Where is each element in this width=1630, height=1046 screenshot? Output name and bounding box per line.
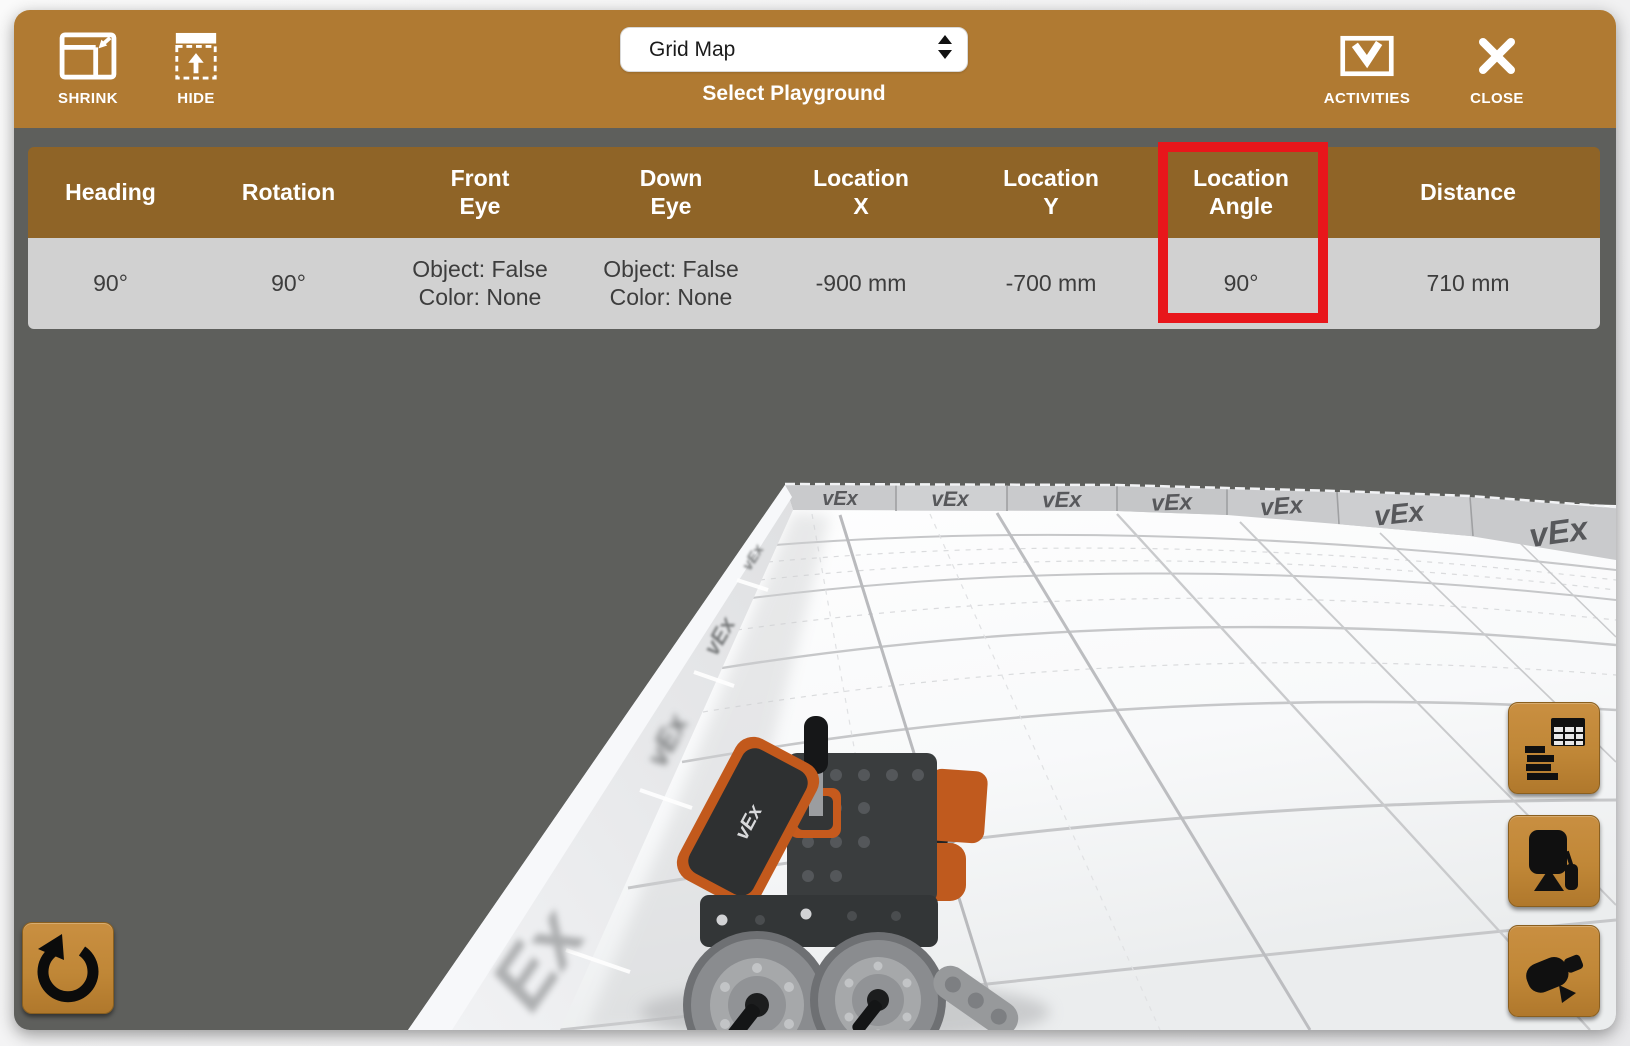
playground-selector: Grid Map Select Playground (620, 27, 968, 106)
vex-wall-logo: vEx (931, 488, 970, 511)
shrink-label: SHRINK (58, 90, 118, 107)
hide-button[interactable]: HIDE (156, 32, 236, 107)
close-icon (1475, 32, 1519, 83)
col-header-location-x: Location X (766, 147, 956, 238)
vex-wall-logo: vEx (1151, 488, 1194, 515)
robot-view-button[interactable] (1508, 815, 1600, 907)
topbar: SHRINK HIDE Grid Map (14, 10, 1616, 128)
camera-icon (1521, 937, 1587, 1006)
playground-select[interactable]: Grid Map (620, 27, 968, 72)
camera-view-button[interactable] (1508, 925, 1600, 1017)
col-header-front-eye: Front Eye (384, 147, 576, 238)
value-location-angle: 90° (1146, 238, 1336, 329)
dashboard-icon (1521, 714, 1587, 783)
value-rotation: 90° (193, 238, 384, 329)
hide-label: HIDE (177, 90, 214, 107)
col-header-rotation: Rotation (193, 147, 384, 238)
playground-select-caption: Select Playground (620, 82, 968, 106)
vex-wall-logo: vEx (1373, 495, 1427, 531)
col-header-heading: Heading (28, 147, 193, 238)
value-down-eye: Object: False Color: None (576, 238, 766, 329)
col-header-distance: Distance (1336, 147, 1600, 238)
value-front-eye: Object: False Color: None (384, 238, 576, 329)
vex-wall-logo: vEx (822, 488, 858, 510)
hide-icon (173, 32, 219, 83)
value-location-y: -700 mm (956, 238, 1146, 329)
activities-button[interactable]: ACTIVITIES (1312, 32, 1422, 107)
reset-playground-button[interactable] (22, 922, 114, 1014)
value-location-x: -900 mm (766, 238, 956, 329)
dashboard-header-row: Heading Rotation Front Eye Down Eye Loca… (28, 147, 1600, 238)
close-label: CLOSE (1470, 90, 1524, 107)
robot-icon (1521, 827, 1587, 896)
value-heading: 90° (28, 238, 193, 329)
close-button[interactable]: CLOSE (1452, 32, 1542, 107)
reset-icon (32, 930, 104, 1007)
shrink-icon (59, 32, 117, 83)
dashboard-value-row: 90° 90° Object: False Color: None Object… (28, 238, 1600, 329)
shrink-button[interactable]: SHRINK (48, 32, 128, 107)
select-spinner-icon (937, 33, 953, 66)
dashboard-toggle-button[interactable] (1508, 702, 1600, 794)
col-header-location-y: Location Y (956, 147, 1146, 238)
activities-label: ACTIVITIES (1324, 90, 1411, 107)
sensor-dashboard: Heading Rotation Front Eye Down Eye Loca… (28, 147, 1600, 329)
playground-window: SHRINK HIDE Grid Map (14, 10, 1616, 1030)
playground-select-value: Grid Map (649, 38, 937, 62)
col-header-down-eye: Down Eye (576, 147, 766, 238)
vex-wall-logo: vEx (1259, 491, 1305, 521)
vex-wall-logo: vEx (1042, 487, 1082, 513)
col-header-location-angle: Location Angle (1146, 147, 1336, 238)
activities-icon (1339, 32, 1395, 83)
value-distance: 710 mm (1336, 238, 1600, 329)
playground-3d-view[interactable]: vEx vEx vEx vEx vEx vEx vEx (14, 128, 1616, 1030)
